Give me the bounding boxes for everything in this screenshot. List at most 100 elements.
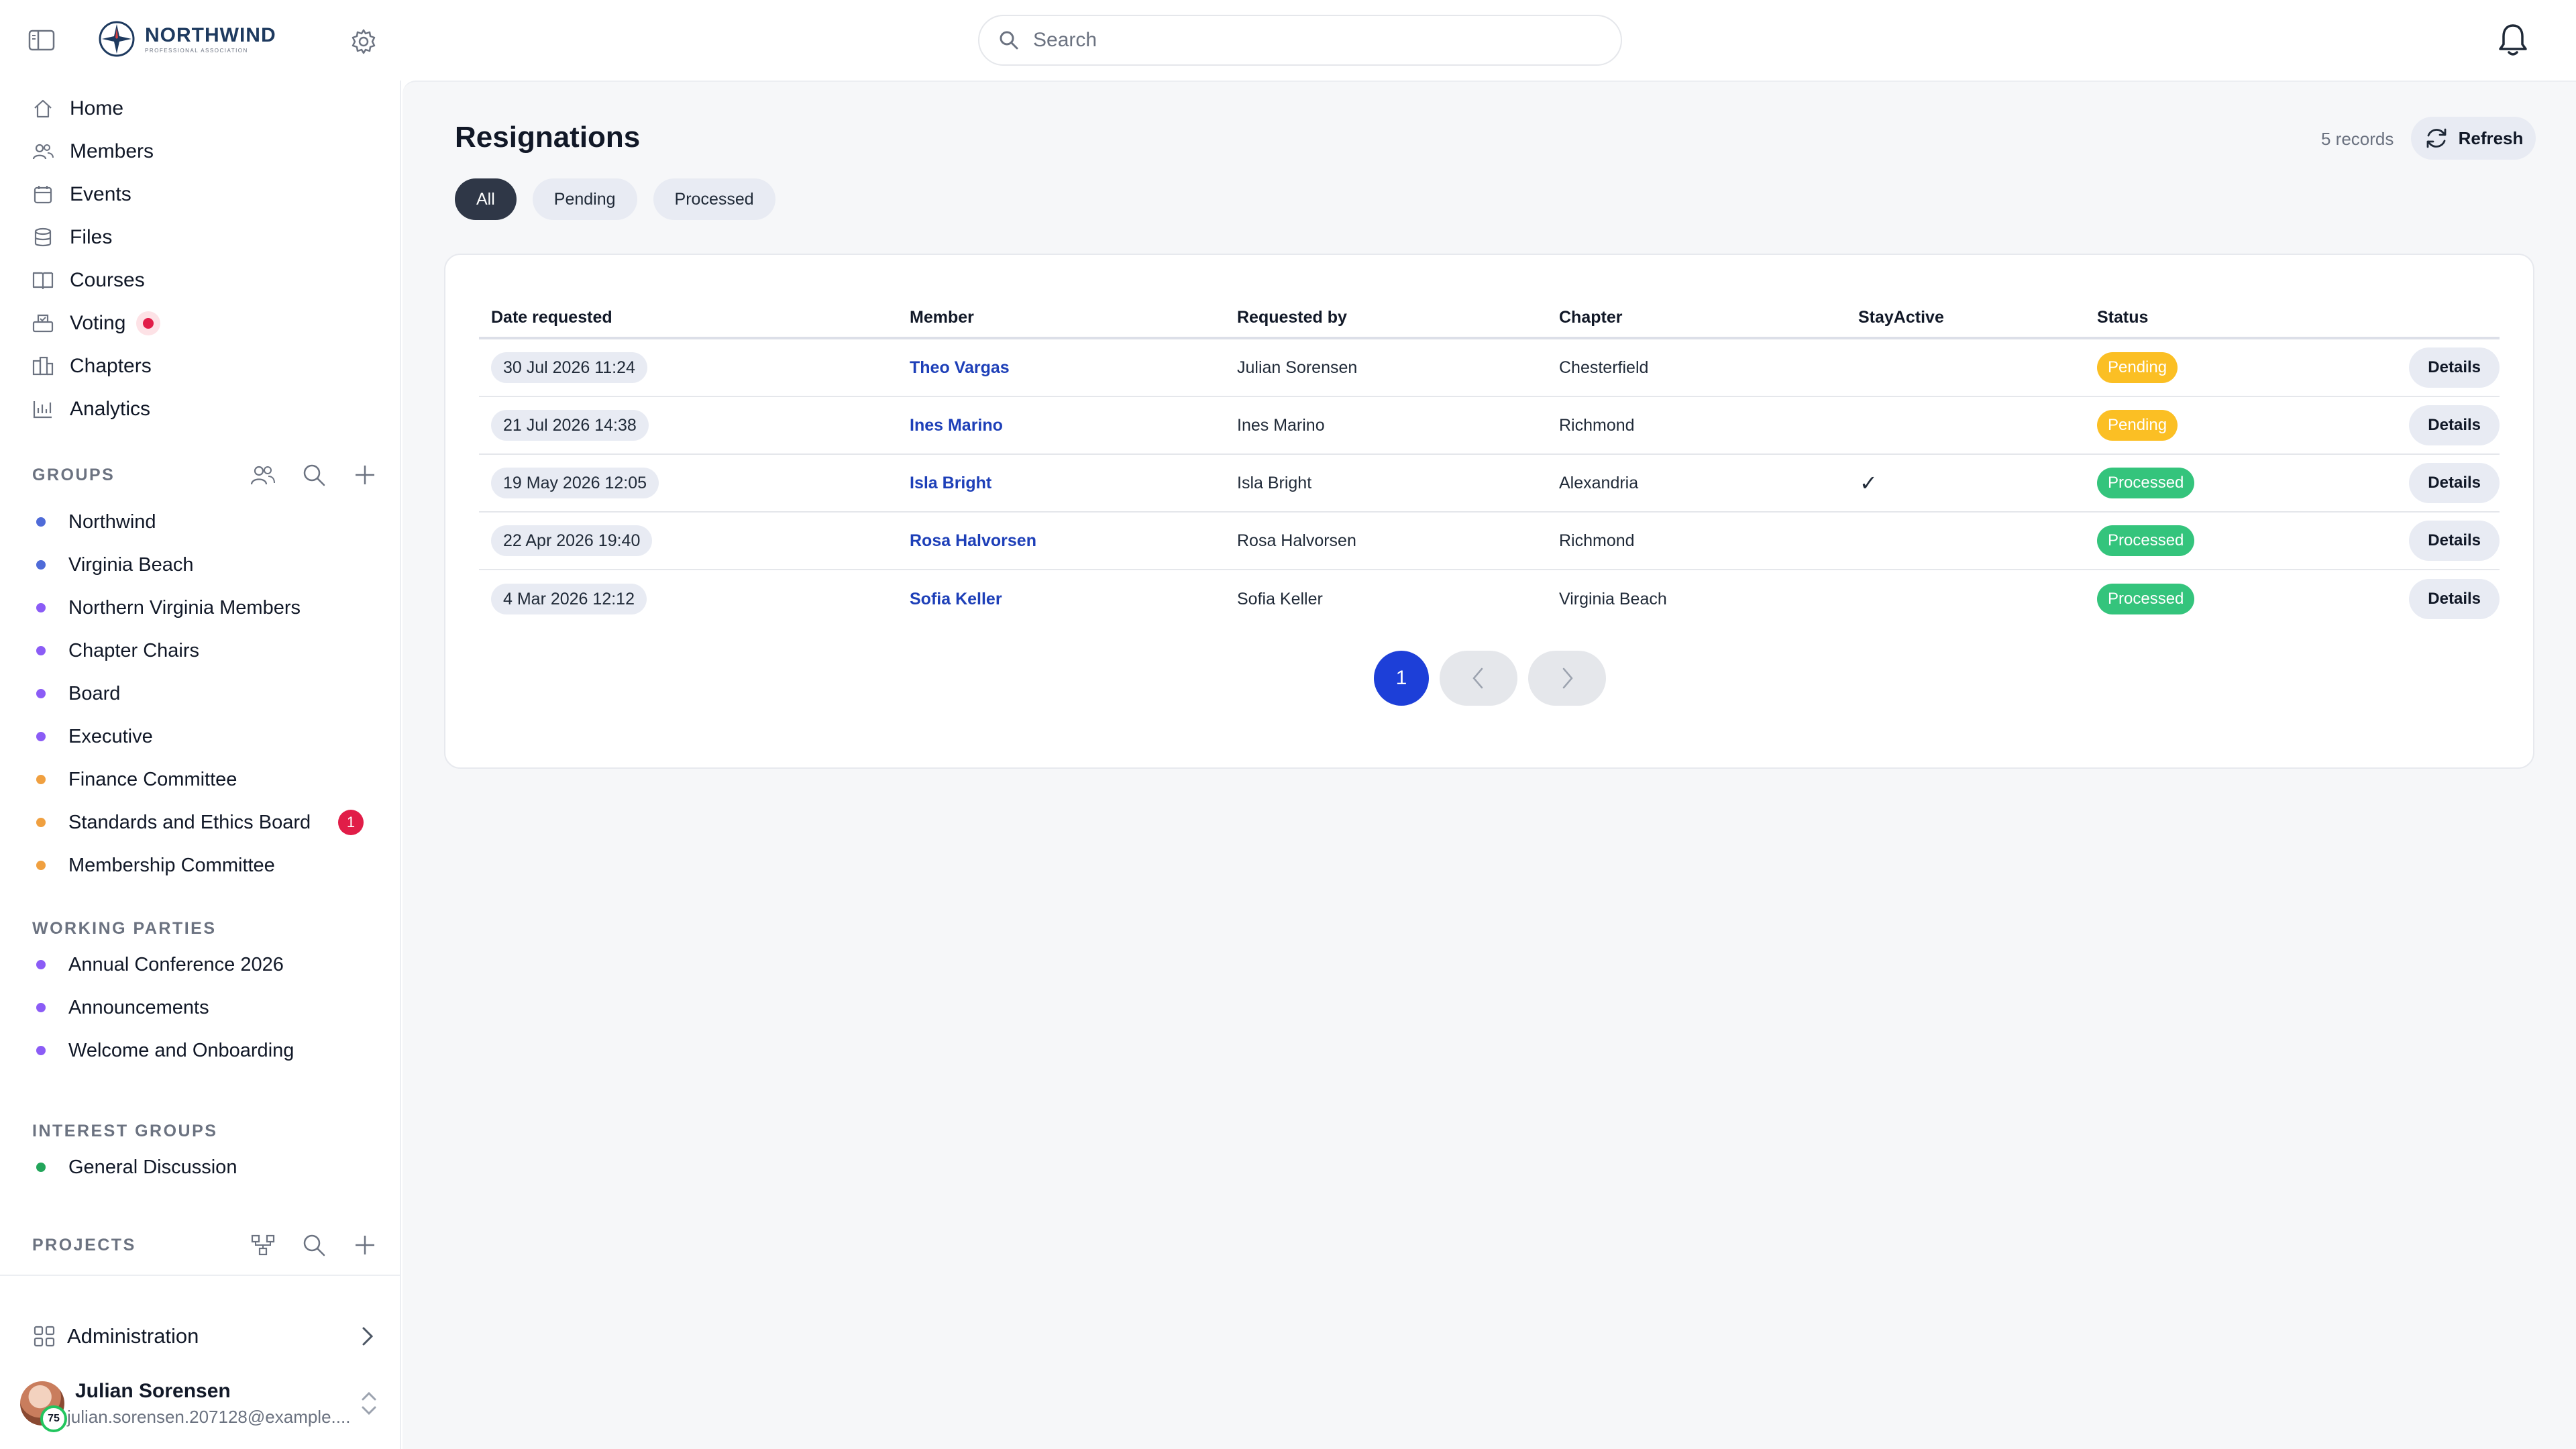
sidebar-toggle-icon[interactable] [24,24,59,56]
status-badge: Processed [2097,468,2195,498]
details-button[interactable]: Details [2409,405,2500,445]
record-count: 5 records [2321,129,2394,149]
next-page-button[interactable] [1528,651,1606,706]
status-badge: Pending [2097,410,2178,441]
column-header[interactable]: StayActive [1856,308,2097,327]
notification-dot [136,311,161,335]
member-link[interactable]: Theo Vargas [910,358,1010,377]
nav-label: Members [70,140,154,162]
users-icon [31,140,55,164]
app-root: NORTHWIND PROFESSIONAL ASSOCIATION Home … [0,0,2576,1449]
group-color-dot [36,732,46,741]
nav-item-events[interactable]: Events [24,173,386,216]
column-header[interactable]: Status [2097,308,2379,327]
table-row[interactable]: 22 Apr 2026 19:40 Rosa Halvorsen Rosa Ha… [479,513,2500,570]
group-label: Chapter Chairs [68,639,200,661]
refresh-icon [2426,128,2446,148]
home-icon [31,97,55,121]
nav-label: Events [70,183,131,205]
nav-item-home[interactable]: Home [24,87,386,130]
nav-item-analytics[interactable]: Analytics [24,388,386,431]
group-color-dot [36,603,46,612]
column-header[interactable]: Requested by [1237,308,1559,327]
group-item[interactable]: Chapter Chairs [32,629,381,672]
search-input[interactable] [1033,29,1583,52]
refresh-button[interactable]: Refresh [2411,117,2536,160]
group-item[interactable]: Annual Conference 2026 [32,943,381,986]
bell-icon[interactable] [2491,19,2534,62]
group-item[interactable]: Welcome and Onboarding [32,1029,381,1072]
date-requested: 4 Mar 2026 12:12 [491,584,647,614]
stay-active-check-icon: ✓ [1860,471,1878,495]
group-item[interactable]: Virginia Beach [32,543,381,586]
group-item[interactable]: Board [32,672,381,715]
group-item[interactable]: Membership Committee [32,844,381,887]
nav-label: Analytics [70,398,151,420]
group-label: Standards and Ethics Board [68,811,311,833]
date-requested: 30 Jul 2026 11:24 [491,352,647,383]
page-number-button[interactable]: 1 [1374,651,1429,706]
filter-processed[interactable]: Processed [653,178,775,220]
column-header[interactable]: Date requested [479,308,910,327]
group-item[interactable]: Executive [32,715,381,758]
member-link[interactable]: Ines Marino [910,416,1003,435]
group-color-dot [36,517,46,527]
requested-by: Isla Bright [1237,473,1312,492]
group-item[interactable]: General Discussion [32,1146,381,1189]
filter-all[interactable]: All [455,178,517,220]
group-label: Virginia Beach [68,553,194,576]
previous-page-button[interactable] [1440,651,1517,706]
nav-item-files[interactable]: Files [24,216,386,259]
groups-list: Northwind Virginia Beach Northern Virgin… [32,500,381,887]
chapter: Richmond [1559,531,1635,550]
brand-logo[interactable]: NORTHWIND PROFESSIONAL ASSOCIATION [98,20,276,58]
table-row[interactable]: 19 May 2026 12:05 Isla Bright Isla Brigh… [479,455,2500,513]
brand-name: NORTHWIND [145,23,276,46]
nav-item-courses[interactable]: Courses [24,259,386,302]
group-item[interactable]: Finance Committee [32,758,381,801]
member-link[interactable]: Sofia Keller [910,590,1002,608]
group-members-icon[interactable] [247,459,279,491]
nav-label: Home [70,97,124,119]
table-row[interactable]: 21 Jul 2026 14:38 Ines Marino Ines Marin… [479,397,2500,455]
gear-icon[interactable] [345,23,382,60]
user-profile[interactable]: 75 Julian Sorensen julian.sorensen.20712… [20,1375,382,1432]
chevron-up-down-icon[interactable] [356,1387,382,1419]
column-header[interactable]: Chapter [1559,308,1856,327]
hierarchy-icon[interactable] [247,1229,279,1261]
details-button[interactable]: Details [2409,579,2500,619]
chevron-left-icon [1472,667,1483,689]
table-row[interactable]: 30 Jul 2026 11:24 Theo Vargas Julian Sor… [479,339,2500,397]
group-item[interactable]: Standards and Ethics Board 1 [32,801,381,844]
details-button[interactable]: Details [2409,521,2500,561]
add-icon[interactable] [349,1229,381,1261]
member-link[interactable]: Isla Bright [910,474,991,492]
group-item[interactable]: Northern Virginia Members [32,586,381,629]
nav-item-members[interactable]: Members [24,130,386,173]
member-link[interactable]: Rosa Halvorsen [910,531,1036,550]
administration-label: Administration [67,1324,199,1348]
table-row[interactable]: 4 Mar 2026 12:12 Sofia Keller Sofia Kell… [479,570,2500,628]
administration-link[interactable]: Administration [32,1316,381,1356]
group-color-dot [36,1163,46,1172]
requested-by: Rosa Halvorsen [1237,531,1356,550]
add-icon[interactable] [349,459,381,491]
group-item[interactable]: Northwind [32,500,381,543]
filter-pending[interactable]: Pending [532,178,637,220]
search-icon[interactable] [298,459,330,491]
date-requested: 22 Apr 2026 19:40 [491,525,653,556]
column-header[interactable]: Member [910,308,1237,327]
nav-label: Courses [70,269,145,291]
search-icon[interactable] [298,1229,330,1261]
nav-item-voting[interactable]: Voting [24,302,386,345]
section-title: INTEREST GROUPS [32,1121,218,1140]
requested-by: Ines Marino [1237,415,1325,435]
group-item[interactable]: Announcements [32,986,381,1029]
group-color-dot [36,560,46,570]
group-label: Finance Committee [68,768,237,790]
nav-item-chapters[interactable]: Chapters [24,345,386,388]
search-bar[interactable] [978,15,1622,66]
group-label: Welcome and Onboarding [68,1039,294,1061]
details-button[interactable]: Details [2409,347,2500,388]
details-button[interactable]: Details [2409,463,2500,503]
